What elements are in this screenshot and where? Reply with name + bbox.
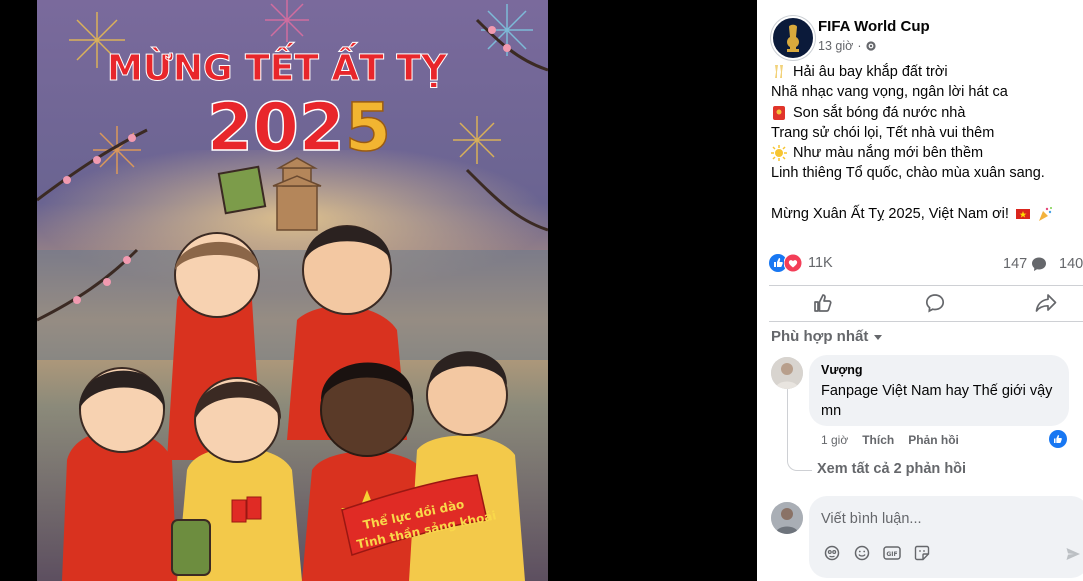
poster-title: MỪNG TẾT ẤT TỴ xyxy=(107,42,448,89)
comment-count-icon xyxy=(1032,257,1047,271)
like-button[interactable] xyxy=(811,291,835,315)
share-count[interactable]: 140 xyxy=(1059,256,1083,272)
comment-text: Fanpage Việt Nam hay Thế giới vậy mn xyxy=(821,383,1053,419)
comment-bubble-icon xyxy=(925,294,945,313)
reaction-count: 11K xyxy=(808,255,833,271)
comment-count[interactable]: 147 xyxy=(1003,256,1047,272)
vietnam-flag-emoji xyxy=(1015,208,1030,219)
post-text: Hải âu bay khắp đất trời Nhã nhạc vang v… xyxy=(771,62,1081,224)
page-avatar[interactable] xyxy=(771,16,815,60)
comment-like-link[interactable]: Thích xyxy=(862,433,894,447)
post-line: Nhã nhạc vang vọng, ngân lời hát ca xyxy=(771,84,1008,101)
reaction-summary[interactable]: 11K xyxy=(769,254,833,272)
current-user-avatar[interactable] xyxy=(771,502,803,534)
comment-author[interactable]: Vượng xyxy=(821,363,863,377)
post-closing: Mừng Xuân Ất Tỵ 2025, Việt Nam ơi! xyxy=(771,204,1081,224)
thumbs-up-icon xyxy=(1054,435,1062,443)
comment-meta: 1 giờ Thích Phản hồi xyxy=(821,433,959,447)
commenter-avatar[interactable] xyxy=(771,357,803,389)
sticker-icon[interactable] xyxy=(913,544,931,562)
post-line: Son sắt bóng đá nước nhà xyxy=(771,103,1081,123)
love-reaction-icon xyxy=(784,254,802,272)
gear-icon[interactable] xyxy=(865,40,877,52)
red-envelope-emoji xyxy=(773,105,785,120)
avatar-sticker-icon[interactable] xyxy=(823,544,841,562)
post-line: Như màu nắng mới bên thềm xyxy=(771,143,1081,163)
comment-composer[interactable]: Viết bình luận... GIF xyxy=(809,496,1083,578)
share-button[interactable] xyxy=(1034,291,1058,315)
share-arrow-icon xyxy=(1035,294,1057,312)
chevron-down-icon xyxy=(874,334,883,340)
gif-icon[interactable]: GIF xyxy=(883,544,901,562)
view-replies-link[interactable]: Xem tất cả 2 phản hồi xyxy=(817,461,966,477)
thumbs-up-icon xyxy=(814,294,832,312)
party-popper-emoji xyxy=(1038,206,1052,221)
composer-tools: GIF xyxy=(823,544,931,562)
post-line: Trang sử chói lọi, Tết nhà vui thêm xyxy=(771,124,995,141)
comment-like-badge[interactable] xyxy=(1049,430,1067,448)
post-author[interactable]: FIFA World Cup xyxy=(818,18,930,35)
post-time[interactable]: 13 giờ xyxy=(818,39,853,53)
comment-sort-dropdown[interactable]: Phù hợp nhất xyxy=(771,328,883,345)
comment-button[interactable] xyxy=(923,291,947,315)
post-line: Hải âu bay khắp đất trời xyxy=(771,62,1081,82)
comment-input[interactable]: Viết bình luận... xyxy=(821,511,922,527)
champagne-emoji xyxy=(775,65,783,79)
post-line: Linh thiêng Tổ quốc, chào mùa xuân sang. xyxy=(771,165,1045,182)
comment-bubble: Vượng Fanpage Việt Nam hay Thế giới vậy … xyxy=(809,355,1069,426)
fifa-logo-icon xyxy=(771,16,815,60)
post-panel: FIFA World Cup 13 giờ · Hải âu bay khắp … xyxy=(757,0,1083,581)
svg-text:GIF: GIF xyxy=(886,551,897,558)
comment-time[interactable]: 1 giờ xyxy=(821,433,848,447)
send-icon[interactable] xyxy=(1065,546,1081,567)
post-meta: 13 giờ · xyxy=(818,39,877,53)
poster-year-last: 5 xyxy=(345,89,391,166)
divider xyxy=(769,321,1083,322)
photo-viewer: MỪNG TẾT ẤT TỴ 202 5 Thể lực dồi dào Tin… xyxy=(0,0,757,581)
sun-emoji xyxy=(771,145,787,162)
comment-reply-link[interactable]: Phản hồi xyxy=(908,433,959,447)
poster-year-digits: 202 xyxy=(207,89,345,166)
action-bar xyxy=(757,286,1083,320)
emoji-icon[interactable] xyxy=(853,544,871,562)
post-image[interactable]: MỪNG TẾT ẤT TỴ 202 5 Thể lực dồi dào Tin… xyxy=(37,0,548,581)
